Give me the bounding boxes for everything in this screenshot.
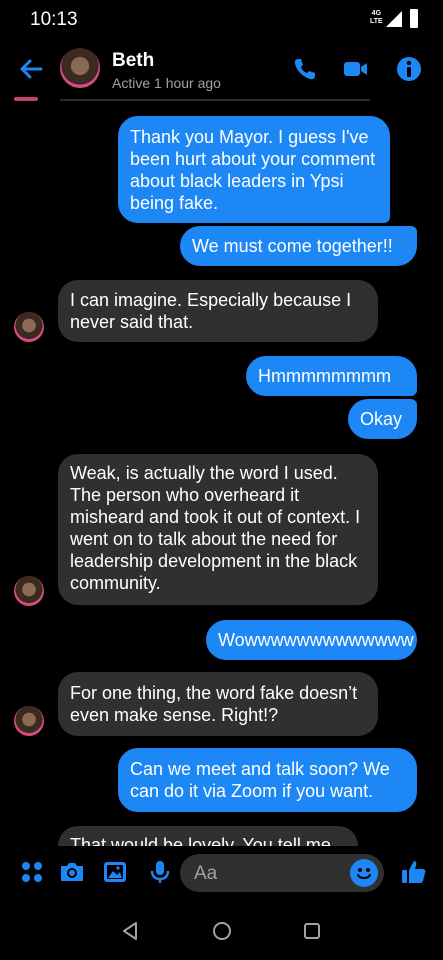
message-bubble-sent[interactable]: Can we meet and talk soon? We can do it … bbox=[118, 748, 417, 812]
system-nav-bar bbox=[0, 902, 443, 960]
mic-icon[interactable] bbox=[146, 858, 174, 886]
message-bubble-sent[interactable]: Wowwwwwwwwwwwww bbox=[206, 620, 417, 660]
status-time: 10:13 bbox=[30, 9, 78, 30]
contact-avatar[interactable] bbox=[60, 48, 100, 88]
info-icon[interactable] bbox=[394, 54, 424, 84]
message-bubble-received[interactable]: Weak, is actually the word I used. The p… bbox=[58, 454, 378, 605]
header-divider bbox=[60, 99, 370, 101]
emoji-icon[interactable] bbox=[350, 859, 378, 887]
conversation-header: Beth Active 1 hour ago bbox=[0, 40, 443, 100]
like-icon[interactable] bbox=[400, 858, 428, 886]
message-bubble-received[interactable]: I can imagine. Especially because I neve… bbox=[58, 280, 378, 342]
contact-status: Active 1 hour ago bbox=[112, 75, 221, 91]
scrolled-message-edge bbox=[14, 97, 38, 101]
phone-icon[interactable] bbox=[290, 54, 320, 84]
message-bubble-sent[interactable]: Thank you Mayor. I guess I've been hurt … bbox=[118, 116, 390, 223]
contact-name[interactable]: Beth bbox=[112, 50, 154, 72]
message-composer: Aa bbox=[0, 846, 443, 900]
sender-avatar[interactable] bbox=[14, 312, 44, 342]
network-indicator: 4G LTE bbox=[370, 10, 383, 26]
nav-back-icon[interactable] bbox=[118, 919, 142, 943]
network-type: 4G bbox=[371, 10, 382, 17]
gallery-icon[interactable] bbox=[101, 858, 129, 886]
message-bubble-received-partial[interactable]: That would be lovely. You tell me bbox=[58, 826, 358, 846]
message-bubble-sent[interactable]: Hmmmmmmmm bbox=[246, 356, 417, 396]
message-bubble-received[interactable]: For one thing, the word fake doesn’t eve… bbox=[58, 672, 378, 736]
sender-avatar[interactable] bbox=[14, 706, 44, 736]
back-arrow-icon[interactable] bbox=[16, 54, 46, 84]
nav-recent-icon[interactable] bbox=[300, 919, 324, 943]
sender-avatar[interactable] bbox=[14, 576, 44, 606]
network-subtype: LTE bbox=[370, 18, 383, 25]
more-icon[interactable] bbox=[18, 858, 46, 886]
message-input[interactable]: Aa bbox=[180, 854, 384, 892]
nav-home-icon[interactable] bbox=[210, 919, 234, 943]
signal-icon bbox=[386, 11, 402, 27]
video-icon[interactable] bbox=[340, 54, 370, 84]
message-bubble-sent[interactable]: We must come together!! bbox=[180, 226, 417, 266]
message-bubble-sent[interactable]: Okay bbox=[348, 399, 417, 439]
message-input-placeholder: Aa bbox=[194, 863, 218, 884]
battery-icon bbox=[410, 9, 418, 28]
status-bar: 10:13 4G LTE bbox=[0, 0, 443, 38]
camera-icon[interactable] bbox=[58, 858, 86, 886]
